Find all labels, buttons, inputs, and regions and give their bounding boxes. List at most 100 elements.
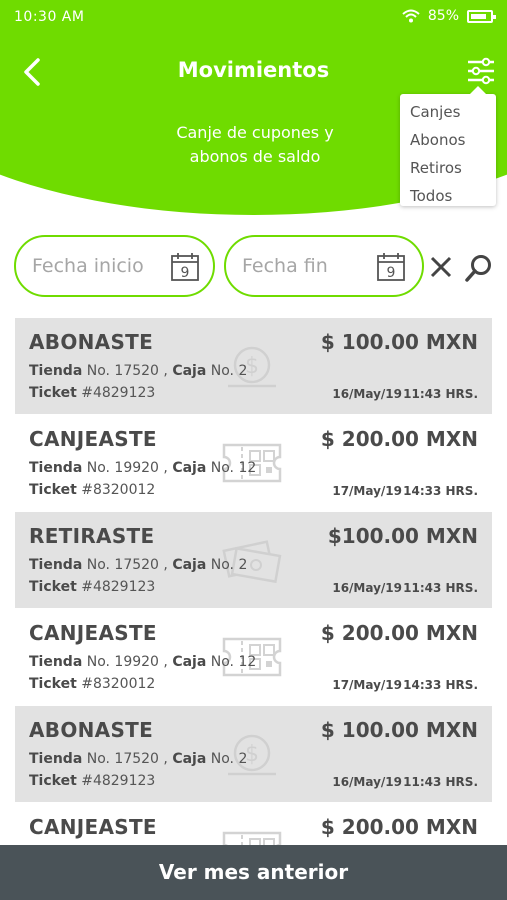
ticket-number: #4829123	[81, 579, 156, 595]
movement-store: Tienda No. 17520 , Caja No. 2	[29, 557, 247, 573]
start-date-field[interactable]: 9	[14, 235, 215, 297]
movement-date: 16/May/19	[332, 581, 402, 595]
separator: ,	[163, 460, 168, 476]
box-number: No. 12	[210, 654, 257, 670]
calendar-day: 9	[387, 265, 396, 281]
box-number: No. 12	[210, 460, 257, 476]
battery-icon	[467, 9, 496, 23]
movement-store: Tienda No. 17520 , Caja No. 2	[29, 751, 247, 767]
separator: ,	[163, 654, 168, 670]
movement-type: RETIRASTE	[29, 524, 155, 548]
movement-time: 14:33 HRS.	[403, 678, 478, 692]
calendar-day: 9	[181, 265, 190, 281]
movement-date: 16/May/19	[332, 775, 402, 789]
separator: ,	[163, 557, 168, 573]
box-label: Caja	[172, 460, 207, 476]
store-label: Tienda	[29, 557, 83, 573]
box-label: Caja	[172, 363, 207, 379]
battery-percent: 85%	[427, 8, 459, 24]
menu-item-canjes[interactable]: Canjes	[410, 98, 496, 126]
store-label: Tienda	[29, 751, 83, 767]
movement-row[interactable]: CANJEASTE $ 200.00 MXN Tienda No. 19920 , …	[15, 609, 492, 705]
movement-amount: $ 100.00 MXN	[320, 330, 478, 354]
movement-ticket: Ticket #8320012	[29, 676, 155, 692]
ticket-number: #4829123	[81, 773, 156, 789]
store-number: No. 17520	[86, 751, 159, 767]
movement-row[interactable]: RETIRASTE $100.00 MXN Tienda No. 17520 , C…	[15, 512, 492, 608]
ticket-number: #8320012	[81, 482, 156, 498]
menu-item-retiros[interactable]: Retiros	[410, 154, 496, 182]
movement-ticket: Ticket #4829123	[29, 579, 155, 595]
box-number: No. 2	[210, 751, 248, 767]
calendar-icon[interactable]: 9	[170, 252, 200, 282]
movement-store: Tienda No. 19920 , Caja No. 12	[29, 654, 256, 670]
search-icon[interactable]	[464, 253, 494, 283]
store-number: No. 17520	[86, 363, 159, 379]
movements-list: $ ABONASTE $ 100.00 MXN Tienda No. 17520 , …	[0, 318, 507, 845]
sliders-icon	[468, 57, 494, 85]
movement-time: 11:43 HRS.	[403, 387, 478, 401]
separator: ,	[163, 363, 168, 379]
movement-type: CANJEASTE	[29, 815, 157, 839]
store-label: Tienda	[29, 654, 83, 670]
page-subtitle: Canje de cupones y abonos de saldo	[176, 123, 334, 166]
ticket-label: Ticket	[29, 773, 77, 789]
movement-amount: $ 200.00 MXN	[320, 815, 478, 839]
separator: ,	[163, 751, 168, 767]
movement-ticket: Ticket #8320012	[29, 482, 155, 498]
movement-store: Tienda No. 17520 , Caja No. 2	[29, 363, 247, 379]
close-icon[interactable]	[428, 254, 454, 280]
movement-type: CANJEASTE	[29, 621, 157, 645]
movement-amount: $ 100.00 MXN	[320, 718, 478, 742]
start-date-input[interactable]	[32, 237, 162, 295]
menu-item-todos[interactable]: Todos	[410, 182, 496, 210]
calendar-icon[interactable]: 9	[376, 252, 406, 282]
status-time: 10:30 AM	[14, 9, 85, 25]
ticket-label: Ticket	[29, 482, 77, 498]
wifi-icon	[402, 9, 420, 23]
status-bar: 10:30 AM 85%	[0, 0, 507, 34]
box-label: Caja	[172, 751, 207, 767]
movement-ticket: Ticket #4829123	[29, 385, 155, 401]
movement-type: ABONASTE	[29, 718, 154, 742]
store-number: No. 17520	[86, 557, 159, 573]
movement-time: 14:33 HRS.	[403, 484, 478, 498]
movement-date: 16/May/19	[332, 387, 402, 401]
box-label: Caja	[172, 557, 207, 573]
movement-time: 11:43 HRS.	[403, 775, 478, 789]
store-number: No. 19920	[86, 654, 159, 670]
filter-button[interactable]	[463, 53, 499, 89]
end-date-input[interactable]	[242, 237, 372, 295]
movement-row[interactable]: CANJEASTE$ 200.00 MXNTienda No. 19920 , …	[15, 803, 492, 845]
box-label: Caja	[172, 654, 207, 670]
movement-row[interactable]: CANJEASTE $ 200.00 MXN Tienda No. 19920 , …	[15, 415, 492, 511]
movement-row[interactable]: $ ABONASTE $ 100.00 MXN Tienda No. 17520 , …	[15, 318, 492, 414]
ticket-number: #4829123	[81, 385, 156, 401]
end-date-field[interactable]: 9	[224, 235, 424, 297]
store-number: No. 19920	[86, 460, 159, 476]
ticket-label: Ticket	[29, 579, 77, 595]
coupon-icon	[220, 823, 284, 845]
ticket-number: #8320012	[81, 676, 156, 692]
ticket-label: Ticket	[29, 676, 77, 692]
previous-month-button[interactable]: Ver mes anterior	[0, 845, 507, 900]
page-title: Movimientos	[177, 58, 330, 82]
movement-type: ABONASTE	[29, 330, 154, 354]
movement-amount: $ 200.00 MXN	[320, 427, 478, 451]
movement-type: CANJEASTE	[29, 427, 157, 451]
store-label: Tienda	[29, 363, 83, 379]
movement-date: 17/May/19	[332, 678, 402, 692]
box-number: No. 2	[210, 363, 248, 379]
movement-store: Tienda No. 19920 , Caja No. 12	[29, 460, 256, 476]
ticket-label: Ticket	[29, 385, 77, 401]
movement-amount: $ 200.00 MXN	[320, 621, 478, 645]
menu-item-abonos[interactable]: Abonos	[410, 126, 496, 154]
movement-row[interactable]: $ ABONASTE $ 100.00 MXN Tienda No. 17520 , …	[15, 706, 492, 802]
filter-menu: Canjes Abonos Retiros Todos	[400, 86, 496, 206]
movement-time: 11:43 HRS.	[403, 581, 478, 595]
movement-date: 17/May/19	[332, 484, 402, 498]
box-number: No. 2	[210, 557, 248, 573]
movement-ticket: Ticket #4829123	[29, 773, 155, 789]
store-label: Tienda	[29, 460, 83, 476]
movement-amount: $100.00 MXN	[327, 524, 478, 548]
